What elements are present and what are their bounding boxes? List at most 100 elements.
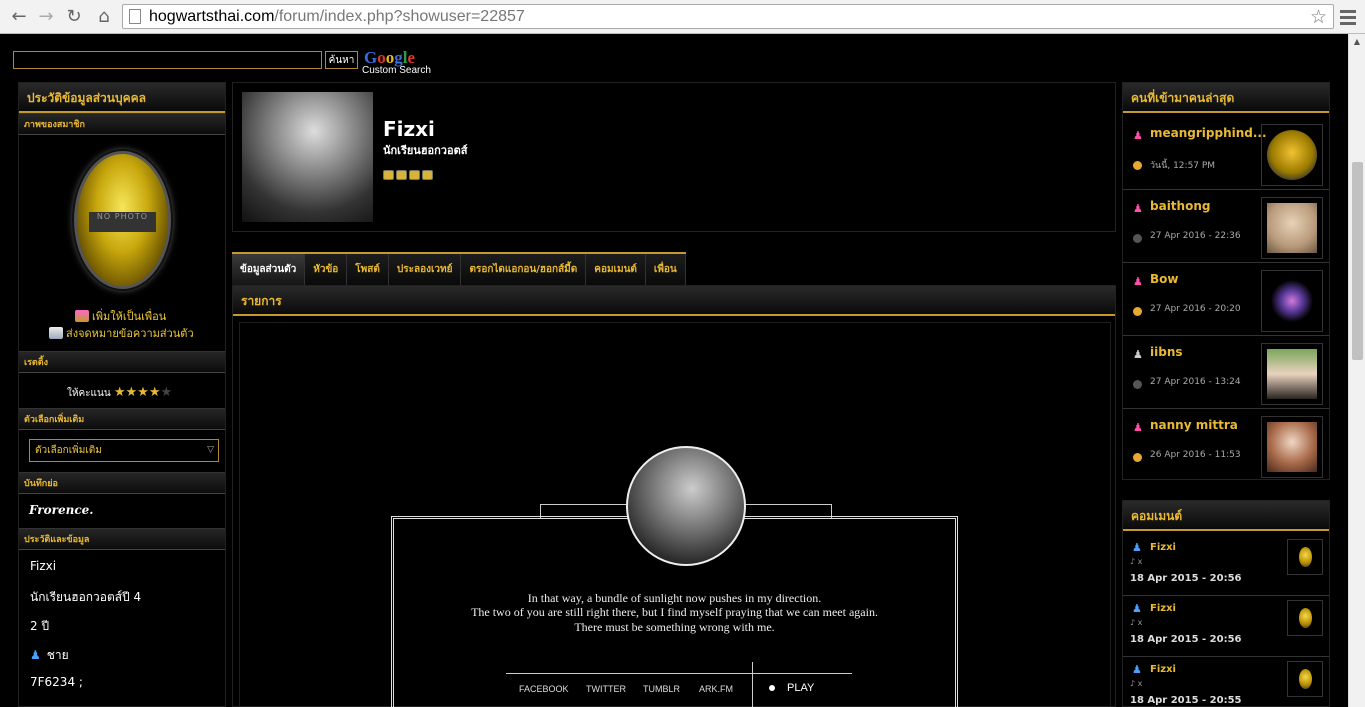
options-dropdown[interactable]: ตัวเลือกเพิ่มเติม ▽ (29, 439, 219, 462)
page-icon (129, 9, 141, 24)
google-logo: Google (364, 48, 416, 67)
tab-topics[interactable]: หัวข้อ (305, 254, 348, 285)
star-icon[interactable]: ★ (149, 385, 161, 400)
visitor-item[interactable]: ♟ iibns 27 Apr 2016 - 13:24 (1123, 337, 1329, 409)
comment-body: ♪ x (1130, 679, 1143, 688)
recent-visitors-panel: คนที่เข้ามาคนล่าสุด ♟ meangripphind... ว… (1122, 82, 1330, 480)
play-button[interactable]: PLAY (787, 682, 814, 694)
bio-code: 7F6234 ; (30, 675, 83, 689)
note-heading: บันทึกย่อ (19, 472, 225, 494)
comment-item: ♟ Fizxi ♪ x 18 Apr 2015 - 20:55 (1123, 657, 1329, 707)
arkfm-link[interactable]: ARK.FM (699, 684, 733, 694)
quote-line: In that way, a bundle of sunlight now pu… (527, 591, 822, 605)
tab-comments[interactable]: คอมเมนต์ (586, 254, 646, 285)
send-message-link[interactable]: ส่งจดหมายข้อความส่วนตัว (49, 324, 194, 342)
comments-title: คอมเมนต์ (1123, 501, 1329, 531)
add-friend-link[interactable]: เพิ่มให้เป็นเพื่อน (75, 307, 166, 325)
avatar[interactable] (1287, 600, 1323, 636)
visitor-time: วันนี้, 12:57 PM (1150, 161, 1216, 171)
comment-author[interactable]: Fizxi (1150, 542, 1176, 553)
scroll-up-icon[interactable]: ▲ (1349, 34, 1365, 50)
address-bar[interactable]: hogwartsthai.com/forum/index.php?showuse… (122, 4, 1334, 29)
browser-toolbar: ← → ↻ ⌂ hogwartsthai.com/forum/index.php… (0, 0, 1365, 34)
forward-arrow-icon[interactable]: → (35, 6, 57, 28)
star-icon[interactable]: ★ (137, 385, 149, 400)
visitor-name[interactable]: meangripphind... (1150, 126, 1267, 140)
scroll-thumb[interactable] (1352, 162, 1363, 360)
avatar[interactable] (1261, 124, 1323, 186)
visitor-item[interactable]: ♟ meangripphind... วันนี้, 12:57 PM (1123, 118, 1329, 190)
options-heading: ตัวเลือกเพิ่มเติม (19, 408, 225, 430)
profile-sidebar: ประวัติข้อมูลส่วนบุคคล ภาพของสมาชิก NO P… (18, 82, 226, 707)
sidebar-title: ประวัติข้อมูลส่วนบุคคล (19, 83, 225, 113)
star-icon[interactable]: ★ (160, 385, 172, 400)
avatar[interactable] (1261, 270, 1323, 332)
status-dot-icon (1133, 453, 1142, 462)
avatar[interactable] (1287, 539, 1323, 575)
url-path: /forum/index.php?showuser=22857 (274, 8, 525, 25)
send-message-label: ส่งจดหมายข้อความส่วนตัว (66, 327, 194, 340)
visitor-name[interactable]: Bow (1150, 272, 1178, 286)
status-dot-icon (1133, 234, 1142, 243)
quote-line: The two of you are still right there, bu… (471, 605, 878, 619)
visitor-name[interactable]: nanny mittra (1150, 418, 1238, 432)
browser-menu-icon[interactable] (1338, 7, 1358, 27)
tab-duels[interactable]: ประลองเวทย์ (388, 254, 462, 285)
comment-date: 18 Apr 2015 - 20:56 (1130, 634, 1242, 645)
bio-age: 2 ปี (30, 619, 50, 633)
tab-diagon-alley[interactable]: ตรอกไดแอกอน/ฮอกส์มี้ด (461, 254, 587, 285)
tumblr-link[interactable]: TUMBLR (643, 684, 680, 694)
comment-date: 18 Apr 2015 - 20:55 (1130, 695, 1242, 706)
rank-pips (383, 170, 435, 183)
visitor-name[interactable]: baithong (1150, 199, 1210, 213)
play-icon[interactable] (769, 685, 775, 691)
page-scrollbar[interactable]: ▲ (1348, 34, 1365, 707)
profile-tabs: ข้อมูลส่วนตัว หัวข้อ โพสต์ ประลองเวทย์ ต… (232, 252, 686, 285)
facebook-link[interactable]: FACEBOOK (519, 684, 569, 694)
tab-posts[interactable]: โพสต์ (347, 254, 389, 285)
recent-visitors-title: คนที่เข้ามาคนล่าสุด (1123, 83, 1329, 113)
bio-display-name: Fizxi (30, 559, 57, 573)
bio-house-year: นักเรียนฮอกวอตส์ปี 4 (30, 590, 142, 604)
visitor-item[interactable]: ♟ baithong 27 Apr 2016 - 22:36 (1123, 191, 1329, 263)
bio-heading: ประวัติและข้อมูล (19, 528, 225, 550)
visitor-item[interactable]: ♟ Bow 27 Apr 2016 - 20:20 (1123, 264, 1329, 336)
star-icon[interactable]: ★ (114, 385, 126, 400)
comment-body: ♪ x (1130, 618, 1143, 627)
star-icon[interactable]: ★ (126, 385, 138, 400)
status-dot-icon (1133, 307, 1142, 316)
avatar[interactable] (1261, 343, 1323, 405)
neutral-user-icon: ♟ (1133, 348, 1143, 361)
comment-body: ♪ x (1130, 557, 1143, 566)
no-photo-label: NO PHOTO (89, 212, 156, 232)
envelope-icon (49, 327, 63, 339)
bio-gender-label: ชาย (46, 648, 69, 662)
female-icon: ♟ (1133, 202, 1143, 215)
bio-gender: ♟ ชาย (30, 646, 69, 665)
reload-icon[interactable]: ↻ (63, 6, 85, 28)
visitor-time: 26 Apr 2016 - 11:53 (1150, 450, 1241, 460)
home-icon[interactable]: ⌂ (93, 6, 115, 28)
visitor-item[interactable]: ♟ nanny mittra 26 Apr 2016 - 11:53 (1123, 410, 1329, 482)
rating-heading: เรตติ้ง (19, 351, 225, 373)
tab-friends[interactable]: เพื่อน (645, 254, 686, 285)
avatar[interactable] (1261, 416, 1323, 478)
bookmark-star-icon[interactable]: ☆ (1310, 6, 1327, 28)
back-arrow-icon[interactable]: ← (8, 6, 30, 28)
profile-header: Fizxi นักเรียนฮอกวอตส์ (232, 82, 1116, 232)
add-friend-icon (75, 310, 89, 322)
rating-stars[interactable]: ★★★★★ (114, 385, 172, 400)
comment-author[interactable]: Fizxi (1150, 664, 1176, 675)
search-input[interactable] (13, 51, 322, 69)
twitter-link[interactable]: TWITTER (586, 684, 626, 694)
rating-row[interactable]: ให้คะแนน ★★★★★ (67, 385, 172, 401)
chevron-down-icon: ▽ (207, 445, 214, 455)
search-button[interactable]: ค้นหา (325, 51, 358, 69)
avatar[interactable] (1261, 197, 1323, 259)
visitor-name[interactable]: iibns (1150, 345, 1183, 359)
visitor-time: 27 Apr 2016 - 22:36 (1150, 231, 1241, 241)
tab-personal-info[interactable]: ข้อมูลส่วนตัว (232, 254, 306, 285)
comment-author[interactable]: Fizxi (1150, 603, 1176, 614)
add-friend-label: เพิ่มให้เป็นเพื่อน (92, 310, 167, 323)
avatar[interactable] (1287, 661, 1323, 697)
